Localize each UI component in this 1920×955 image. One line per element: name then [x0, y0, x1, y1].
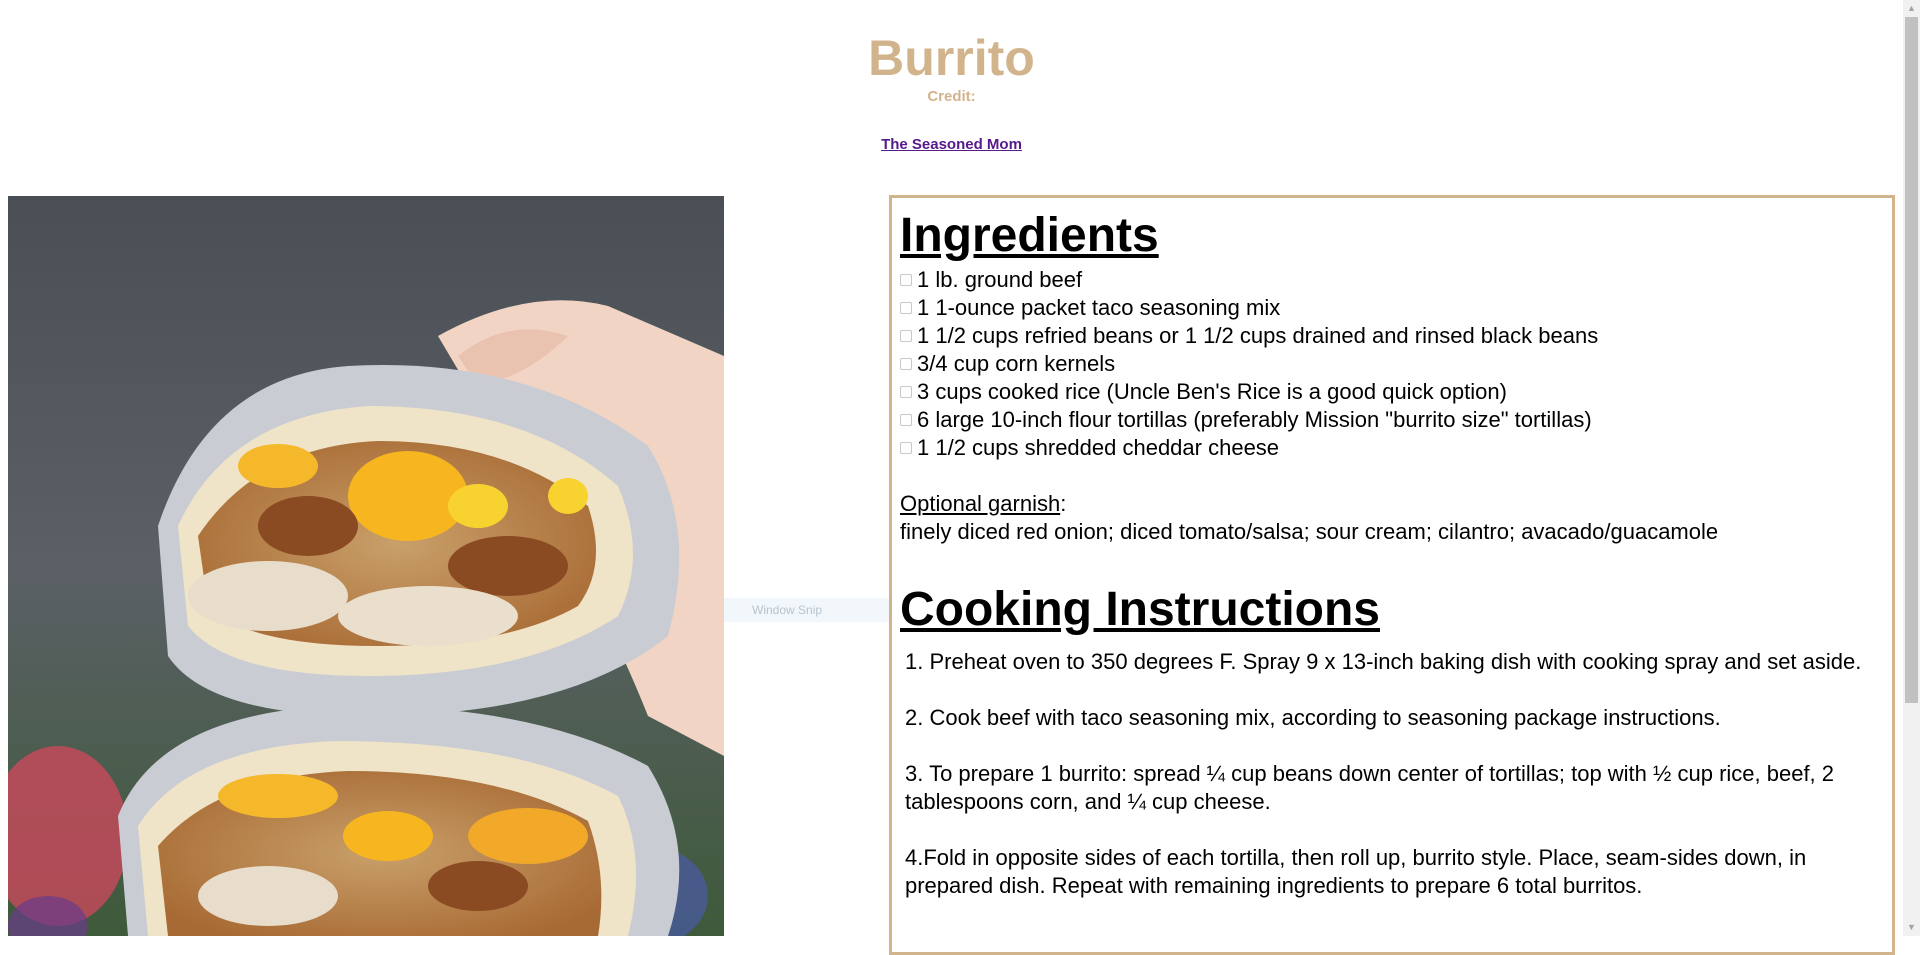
ingredient-text: 1 1/2 cups shredded cheddar cheese	[917, 435, 1280, 460]
credit-label: Credit:	[927, 88, 976, 105]
ingredient-checkbox[interactable]	[900, 414, 912, 426]
ingredient-text: 1 1-ounce packet taco seasoning mix	[917, 295, 1281, 320]
burrito-photo	[8, 196, 724, 936]
ingredient-checkbox[interactable]	[900, 302, 912, 314]
ingredient-item: 6 large 10-inch flour tortillas (prefera…	[900, 406, 1884, 434]
ingredient-checkbox[interactable]	[900, 386, 912, 398]
ingredients-heading: Ingredients	[900, 209, 1159, 262]
scroll-up-arrow-icon[interactable]: ▲	[1903, 0, 1920, 17]
ingredients-list: 1 lb. ground beef 1 1-ounce packet taco …	[900, 266, 1884, 462]
scroll-down-arrow-icon[interactable]: ▼	[1903, 919, 1920, 936]
ingredient-item: 1 1/2 cups refried beans or 1 1/2 cups d…	[900, 322, 1884, 350]
garnish-label: Optional garnish:	[900, 490, 1884, 518]
ingredient-text: 1 1/2 cups refried beans or 1 1/2 cups d…	[917, 323, 1599, 348]
source-link[interactable]: The Seasoned Mom	[881, 136, 1022, 153]
instruction-step: 2. Cook beef with taco seasoning mix, ac…	[905, 705, 1721, 730]
ingredient-text: 3/4 cup corn kernels	[917, 351, 1116, 376]
recipe-title: Burrito	[868, 30, 1035, 86]
scrollbar-thumb[interactable]	[1905, 17, 1918, 703]
ingredient-checkbox[interactable]	[900, 442, 912, 454]
ingredient-checkbox[interactable]	[900, 274, 912, 286]
source-link-container: The Seasoned Mom	[0, 136, 1903, 154]
ingredient-text: 6 large 10-inch flour tortillas (prefera…	[917, 407, 1592, 432]
ingredient-item: 1 lb. ground beef	[900, 266, 1884, 294]
garnish-colon: :	[1060, 491, 1067, 516]
ingredient-text: 1 lb. ground beef	[917, 267, 1083, 292]
recipe-box: Ingredients 1 lb. ground beef 1 1-ounce …	[889, 195, 1895, 955]
garnish-label-text: Optional garnish	[900, 491, 1061, 516]
garnish-text: finely diced red onion; diced tomato/sal…	[900, 519, 1719, 544]
ingredient-item: 1 1-ounce packet taco seasoning mix	[900, 294, 1884, 322]
ingredient-checkbox[interactable]	[900, 358, 912, 370]
instruction-step: 1. Preheat oven to 350 degrees F. Spray …	[905, 649, 1862, 674]
ingredient-item: 1 1/2 cups shredded cheddar cheese	[900, 434, 1884, 462]
instructions-list: 1. Preheat oven to 350 degrees F. Spray …	[900, 648, 1884, 900]
ingredient-text: 3 cups cooked rice (Uncle Ben's Rice is …	[917, 379, 1507, 404]
instruction-step: 3. To prepare 1 burrito: spread ¼ cup be…	[905, 761, 1835, 814]
page-scrollbar[interactable]: ▲ ▼	[1903, 0, 1920, 936]
ingredient-checkbox[interactable]	[900, 330, 912, 342]
ingredient-item: 3/4 cup corn kernels	[900, 350, 1884, 378]
ingredient-item: 3 cups cooked rice (Uncle Ben's Rice is …	[900, 378, 1884, 406]
instructions-heading: Cooking Instructions	[900, 583, 1380, 636]
instruction-step: 4.Fold in opposite sides of each tortill…	[905, 845, 1807, 898]
window-snip-hint: Window Snip	[724, 598, 890, 622]
